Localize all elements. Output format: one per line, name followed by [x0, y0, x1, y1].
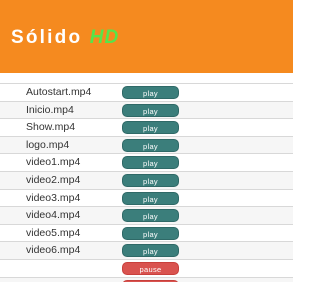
play-button[interactable]: play [122, 138, 179, 152]
play-button[interactable]: play [122, 121, 179, 135]
video-filename: video3.mp4 [26, 191, 81, 204]
video-row: video4.mp4 play [0, 206, 293, 224]
video-filename: video4.mp4 [26, 209, 81, 222]
video-filename: video1.mp4 [26, 156, 81, 169]
video-row: video6.mp4 play [0, 241, 293, 259]
video-filename: video5.mp4 [26, 226, 81, 239]
video-filename: Autostart.mp4 [26, 86, 92, 98]
video-list: Autostart.mp4 play Inicio.mp4 play Show.… [0, 83, 293, 282]
play-button[interactable]: play [122, 173, 179, 187]
video-row: Inicio.mp4 play [0, 100, 293, 119]
play-button[interactable]: play [122, 191, 179, 205]
video-filename: logo.mp4 [26, 138, 70, 151]
video-row: logo.mp4 play [0, 135, 293, 154]
video-filename: video2.mp4 [26, 173, 81, 186]
video-filename: Show.mp4 [26, 121, 76, 134]
play-button[interactable]: play [122, 103, 179, 117]
video-row: video1.mp4 play [0, 153, 293, 171]
play-button[interactable]: play [122, 226, 179, 240]
header-bar: Sólido HD [0, 0, 293, 73]
video-row: Show.mp4 play [0, 118, 293, 136]
app-title-text: Sólido [11, 27, 83, 48]
pause-button[interactable]: pause [122, 261, 179, 275]
pause-row: pause [0, 258, 293, 277]
play-button[interactable]: play [122, 244, 179, 258]
stop-row: stop [0, 276, 293, 282]
play-button[interactable]: play [122, 86, 179, 99]
video-row: video2.mp4 play [0, 170, 293, 189]
app-title: Sólido HD [11, 25, 119, 51]
page: Sólido HD Autostart.mp4 play Inicio.mp4 … [0, 0, 293, 282]
video-filename: Inicio.mp4 [26, 103, 74, 116]
video-row: video5.mp4 play [0, 223, 293, 242]
app-title-accent: HD [89, 27, 120, 48]
video-filename: video6.mp4 [26, 244, 81, 257]
play-button[interactable]: play [122, 156, 179, 170]
video-row: video3.mp4 play [0, 188, 293, 207]
video-row: Autostart.mp4 play [0, 83, 293, 101]
play-button[interactable]: play [122, 209, 179, 223]
